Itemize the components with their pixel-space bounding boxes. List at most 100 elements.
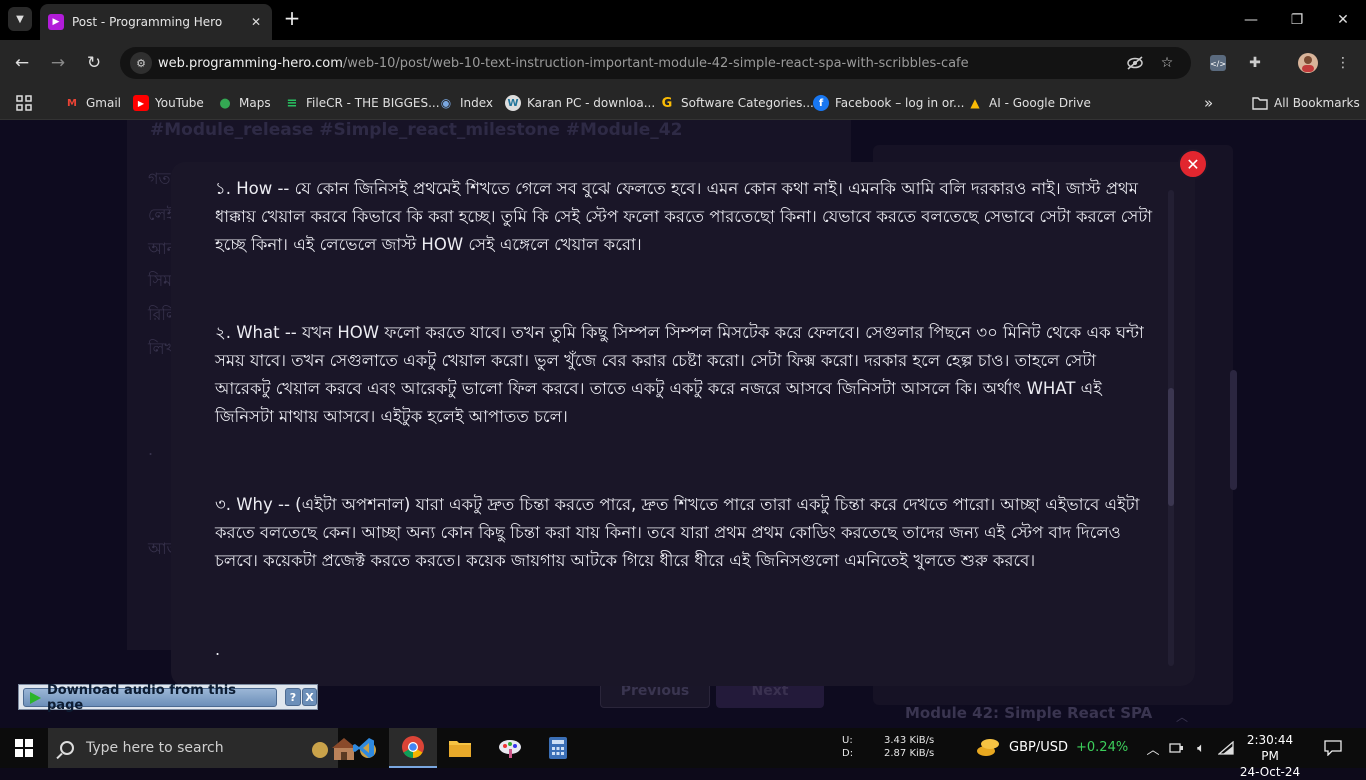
- fx-pair: GBP/USD: [1009, 739, 1068, 755]
- restore-icon[interactable]: ❐: [1285, 8, 1309, 32]
- net-down-label: D:: [842, 748, 854, 759]
- vscode-icon: [353, 738, 374, 758]
- post-text-fragment: গত: [148, 169, 171, 188]
- bookmark-drive[interactable]: ▲ AI - Google Drive: [967, 92, 1091, 114]
- url-path: /web-10/post/web-10-text-instruction-imp…: [342, 55, 969, 71]
- fx-change: +0.24%: [1076, 739, 1129, 755]
- extensions-icon[interactable]: ✚: [1243, 51, 1267, 75]
- coins-icon: [977, 739, 999, 756]
- bookmark-label: AI - Google Drive: [989, 96, 1091, 110]
- avatar[interactable]: [1296, 51, 1320, 75]
- bookmark-software[interactable]: G Software Categories...: [659, 92, 814, 114]
- tab-active[interactable]: ▶ Post - Programming Hero ✕: [40, 4, 272, 40]
- modal-body: ১. How -- যে কোন জিনিসই প্রথমেই শিখতে গে…: [215, 175, 1155, 635]
- site-info-icon[interactable]: ⚙: [130, 52, 152, 74]
- bookmark-filecr[interactable]: ≡ FileCR - THE BIGGES...: [284, 92, 440, 114]
- instruction-paragraph-why: ৩. Why -- (এইটা অপশনাল) যারা একটু দ্রুত …: [215, 495, 1140, 570]
- bookmark-label: FileCR - THE BIGGES...: [306, 96, 440, 110]
- system-clock[interactable]: 2:30:44 PM 24-Oct-24: [1238, 732, 1302, 780]
- modal-scrollbar-thumb[interactable]: [1168, 388, 1174, 506]
- back-icon[interactable]: ←: [10, 51, 34, 75]
- sidebar-scrollbar[interactable]: [1230, 370, 1237, 490]
- tab-strip: ▼ ▶ Post - Programming Hero ✕ + — ❐ ✕: [0, 0, 1366, 40]
- star-icon[interactable]: ☆: [1156, 52, 1178, 74]
- instruction-paragraph-how: ১. How -- যে কোন জিনিসই প্রথমেই শিখতে গে…: [215, 179, 1153, 254]
- audio-help-button[interactable]: ?: [285, 688, 301, 706]
- windows-taskbar: Type here to search U: D: 3.43 KiB/s 2.8…: [0, 728, 1366, 779]
- forward-icon[interactable]: →: [46, 51, 70, 75]
- svg-text:</>: </>: [1210, 60, 1226, 69]
- post-text-fragment: .: [148, 440, 154, 459]
- address-bar[interactable]: ⚙ web.programming-hero.com /web-10/post/…: [120, 47, 1191, 79]
- download-audio-button[interactable]: Download audio from this page: [23, 683, 277, 713]
- taskbar-paint[interactable]: [486, 728, 534, 768]
- devtools-extension-icon[interactable]: </>: [1206, 51, 1230, 75]
- new-tab-button[interactable]: +: [282, 8, 302, 28]
- bookmark-label: Software Categories...: [681, 96, 814, 110]
- bookmarks-bar: M Gmail ▶ YouTube ● Maps ≡ FileCR - THE …: [0, 86, 1366, 120]
- volume-icon[interactable]: 🔈︎: [1191, 738, 1211, 758]
- bookmark-label: YouTube: [155, 96, 204, 110]
- chevron-down-icon: ▼: [16, 13, 24, 25]
- bookmark-label: Facebook – log in or...: [835, 96, 965, 110]
- taskbar-search[interactable]: Type here to search: [48, 728, 376, 768]
- wordpress-icon: W: [505, 95, 521, 111]
- taskbar-calculator[interactable]: [534, 728, 582, 768]
- tab-close-icon[interactable]: ✕: [246, 12, 266, 32]
- all-bookmarks-label: All Bookmarks: [1274, 96, 1360, 110]
- chevron-up-icon[interactable]: ︿: [1176, 708, 1188, 725]
- bookmark-label: Karan PC - downloa...: [527, 96, 656, 110]
- bookmark-youtube[interactable]: ▶ YouTube: [133, 92, 204, 114]
- windows-logo-icon: [15, 739, 33, 757]
- network-icon[interactable]: [1167, 738, 1187, 758]
- programming-hero-favicon-icon: ▶: [48, 14, 64, 30]
- post-text-fragment: সিম: [148, 271, 173, 290]
- folder-icon: [1252, 95, 1268, 111]
- start-button[interactable]: [0, 728, 48, 768]
- maps-icon: ●: [219, 95, 231, 111]
- more-bookmarks-button[interactable]: »: [1204, 92, 1213, 114]
- bookmark-karanpc[interactable]: W Karan PC - downloa...: [505, 92, 655, 114]
- eye-off-icon[interactable]: [1124, 52, 1146, 74]
- net-speeds: 3.43 KiB/s 2.87 KiB/s: [884, 734, 934, 760]
- post-tags: #Module_release #Simple_react_milestone …: [150, 120, 683, 140]
- reload-icon[interactable]: ↻: [82, 51, 106, 75]
- bookmark-label: Gmail: [86, 96, 122, 110]
- minimize-icon[interactable]: —: [1239, 8, 1263, 32]
- download-audio-widget: Download audio from this page ? X: [18, 683, 318, 713]
- module-title[interactable]: Module 42: Simple React SPA: [905, 704, 1152, 722]
- clock-date: 24-Oct-24: [1239, 765, 1301, 779]
- drive-icon: ▲: [970, 96, 980, 110]
- taskbar-file-explorer[interactable]: [436, 728, 484, 768]
- tray-overflow-icon[interactable]: ︿: [1143, 738, 1163, 758]
- url-host: web.programming-hero.com: [158, 55, 343, 71]
- clock-time: 2:30:44 PM: [1246, 733, 1294, 763]
- bookmark-maps[interactable]: ● Maps: [217, 92, 271, 114]
- search-placeholder: Type here to search: [86, 740, 224, 756]
- bookmark-label: Index: [460, 96, 494, 110]
- window-close-icon[interactable]: ✕: [1331, 8, 1355, 32]
- audio-close-button[interactable]: X: [302, 688, 317, 706]
- modal-trailing-text: .: [215, 640, 221, 659]
- instruction-paragraph-what: ২. What -- যখন HOW ফলো করতে যাবে। তখন তু…: [215, 323, 1144, 426]
- net-labels: U: D:: [842, 734, 853, 760]
- taskbar-vscode[interactable]: [340, 728, 388, 768]
- taskbar-chrome[interactable]: [389, 728, 437, 768]
- bookmark-index[interactable]: ◉ Index: [438, 92, 493, 114]
- all-bookmarks-button[interactable]: All Bookmarks: [1252, 92, 1360, 114]
- close-icon[interactable]: ✕: [1178, 149, 1208, 179]
- facebook-icon: f: [813, 95, 829, 111]
- download-audio-label: Download audio from this page: [47, 682, 236, 713]
- tab-search-button[interactable]: ▼: [8, 7, 32, 31]
- folder-explorer-icon: [449, 741, 471, 757]
- menu-kebab-icon[interactable]: ⋮: [1331, 51, 1355, 75]
- calculator-icon: [549, 737, 567, 759]
- bookmark-label: Maps: [239, 96, 271, 110]
- bookmark-gmail[interactable]: M Gmail: [64, 92, 121, 114]
- notifications-icon[interactable]: [1322, 738, 1344, 758]
- net-down-speed: 2.87 KiB/s: [884, 748, 935, 759]
- bookmark-facebook[interactable]: f Facebook – log in or...: [813, 92, 965, 114]
- wifi-icon[interactable]: [1216, 738, 1236, 758]
- apps-grid-icon[interactable]: [16, 92, 32, 114]
- fx-widget[interactable]: GBP/USD +0.24%: [976, 736, 1128, 758]
